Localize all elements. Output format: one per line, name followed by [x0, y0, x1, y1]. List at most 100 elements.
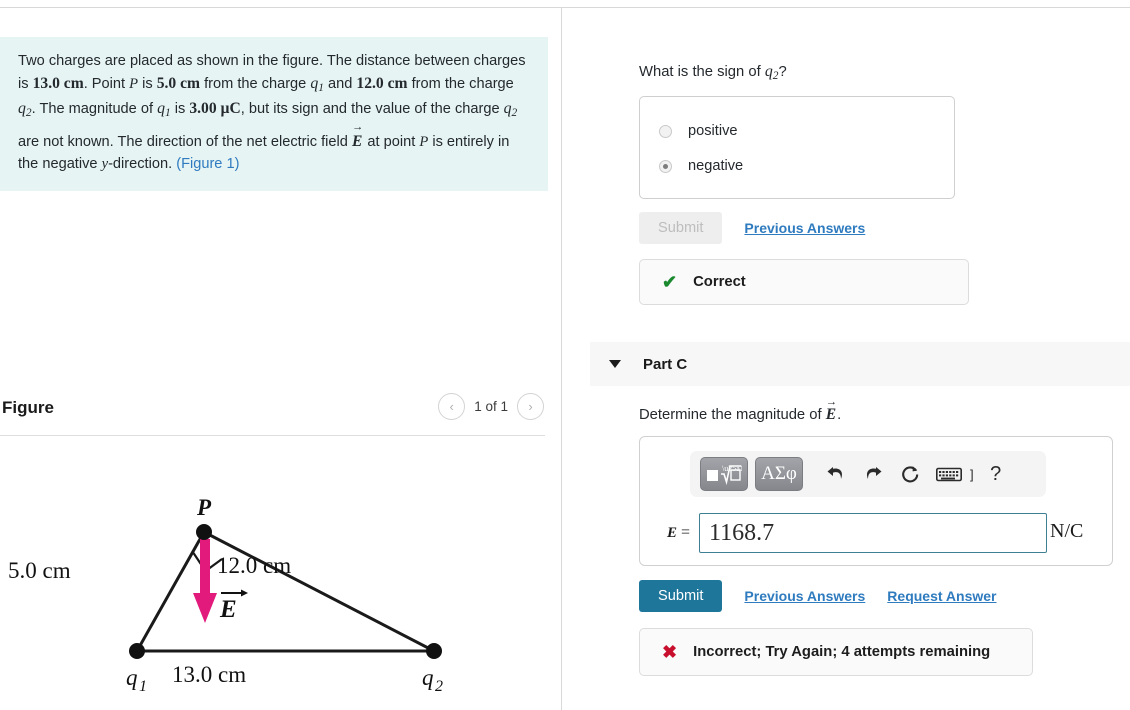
part-c-symbol-E: E: [826, 397, 837, 424]
choice-label-negative: negative: [688, 158, 744, 174]
side-q1-to-P: [135, 531, 206, 652]
choice-label-positive: positive: [688, 123, 738, 139]
figure-divider: [0, 435, 545, 436]
label-point-P: P: [129, 76, 139, 93]
radio-positive[interactable]: [659, 124, 672, 138]
figure-label-side-right: 12.0 cm: [217, 553, 291, 578]
part-c-prompt-period: .: [837, 407, 842, 423]
redo-icon[interactable]: [858, 459, 888, 489]
figure-diagram: P 5.0 cm 12.0 cm 13.0 cm E q 1 q 2: [0, 443, 545, 708]
radical-template-icon: \u25a1: [707, 464, 742, 485]
charge-q1-dot: [129, 643, 145, 659]
choice-option-positive[interactable]: positive: [659, 123, 737, 139]
symbol-q2-repeat: q2: [503, 100, 518, 120]
figure-next-button[interactable]: ›: [517, 393, 544, 420]
problem-text-d: from the charge: [200, 76, 311, 93]
math-toolbar: \u25a1 ΑΣφ] ?: [690, 451, 1046, 497]
figure-header: Figure ‹ 1 of 1 ›: [0, 391, 545, 435]
part-b-status-text: Correct: [693, 274, 746, 290]
math-template-button[interactable]: \u25a1: [700, 457, 748, 491]
part-b-submit-button[interactable]: Submit: [639, 212, 723, 244]
svg-text:q: q: [422, 665, 434, 690]
answer-label: E =: [666, 524, 690, 541]
choice-option-negative[interactable]: negative: [659, 158, 743, 174]
problem-text-m: -direction.: [108, 155, 177, 172]
redo-arrow-glyph: [867, 467, 882, 479]
problem-text-h: is: [170, 101, 190, 118]
problem-text-b: . Point: [83, 76, 130, 93]
figure-counter: 1 of 1: [474, 399, 508, 414]
problem-paragraph-2: are not known. The direction of the net …: [18, 122, 532, 175]
cross-icon: ✖: [662, 641, 678, 662]
answer-input-row: E =: [654, 513, 1047, 553]
point-P-dot: [196, 524, 212, 540]
question-text-b: ?: [778, 64, 787, 80]
part-c-title: Part C: [643, 355, 688, 373]
part-b-previous-answers-link[interactable]: Previous Answers: [744, 220, 865, 236]
undo-icon[interactable]: [821, 459, 851, 489]
right-pane: What is the sign of q2? positive negativ…: [562, 8, 1130, 710]
distance-p-q2: 12.0 cm: [356, 75, 408, 93]
answer-unit: N/C: [1050, 520, 1084, 542]
chevron-down-icon[interactable]: [609, 360, 621, 368]
problem-text-c: is: [138, 76, 157, 93]
problem-text-e: and: [323, 76, 357, 93]
magnitude-q1: 3.00 µC: [189, 100, 241, 118]
figure-label-P: P: [196, 495, 212, 520]
part-c-answer-container: \u25a1 ΑΣφ] ? E = 1168.7: [639, 436, 1113, 566]
help-icon[interactable]: ?: [981, 459, 1011, 489]
part-c-request-answer-link[interactable]: Request Answer: [887, 588, 996, 604]
part-c-actions: Submit Previous Answers Request Answer: [639, 580, 996, 612]
problem-statement: Two charges are placed as shown in the f…: [0, 37, 548, 191]
part-c-submit-button[interactable]: Submit: [639, 580, 723, 612]
bracket-glyph: ]: [970, 466, 974, 482]
figure-label-side-left: 5.0 cm: [8, 558, 71, 583]
problem-text-f: from the charge: [407, 76, 514, 93]
part-b-actions: Submit Previous Answers: [639, 212, 865, 244]
distance-p-q1: 5.0 cm: [156, 75, 201, 93]
physics-triangle-svg: P 5.0 cm 12.0 cm 13.0 cm E q 1 q 2: [8, 495, 443, 695]
part-b-choice-group: positive negative: [639, 96, 955, 199]
symbol-q2: q2: [18, 100, 32, 120]
reset-icon[interactable]: [895, 459, 925, 489]
problem-text-k: at point: [363, 133, 420, 150]
part-c-status-incorrect: ✖ Incorrect; Try Again; 4 attempts remai…: [639, 628, 1033, 676]
label-point-P-2: P: [419, 133, 429, 150]
undo-arrow-glyph: [827, 467, 842, 479]
checkmark-icon: ✔: [662, 271, 678, 292]
side-P-to-q2: [203, 530, 435, 653]
symbol-q1: q1: [310, 75, 324, 95]
part-c-status-text: Incorrect; Try Again; 4 attempts remaini…: [693, 644, 991, 660]
question-text-a: What is the sign of: [639, 64, 765, 80]
problem-text-i: , but its sign and the value of the char…: [240, 101, 504, 118]
page-root: Two charges are placed as shown in the f…: [0, 0, 1130, 710]
svg-text:E: E: [219, 596, 237, 623]
answer-input[interactable]: [699, 513, 1047, 553]
left-pane: Two charges are placed as shown in the f…: [0, 8, 561, 710]
figure-label-q2: q 2: [422, 665, 443, 695]
figure-reference-link[interactable]: (Figure 1): [176, 156, 239, 172]
svg-text:1: 1: [139, 678, 147, 695]
problem-paragraph-1: Two charges are placed as shown in the f…: [18, 51, 532, 122]
math-greek-button[interactable]: ΑΣφ: [755, 457, 803, 491]
symbol-E-vector: E: [352, 122, 363, 154]
symbol-q1-repeat: q1: [157, 100, 171, 120]
part-c-header[interactable]: Part C: [590, 342, 1130, 386]
figure-prev-button[interactable]: ‹: [438, 393, 466, 420]
part-c-prompt-text: Determine the magnitude of: [639, 407, 826, 423]
svg-text:2: 2: [435, 678, 443, 695]
figure-label-q1: q 1: [126, 665, 147, 695]
electric-field-arrow: [193, 539, 217, 623]
charge-q2-dot: [426, 643, 442, 659]
part-c-previous-answers-link[interactable]: Previous Answers: [744, 588, 865, 604]
figure-label-side-bottom: 13.0 cm: [172, 662, 246, 687]
svg-text:q: q: [126, 665, 138, 690]
part-b-question: What is the sign of q2?: [639, 63, 787, 82]
figure-label-E-vector: E: [219, 589, 248, 623]
figure-navigation: ‹ 1 of 1 ›: [438, 393, 544, 420]
keyboard-icon[interactable]: [932, 459, 966, 489]
refresh-circle-glyph: [901, 465, 918, 482]
problem-text-g: . The magnitude of: [31, 101, 158, 118]
part-c-prompt: Determine the magnitude of E.: [639, 397, 842, 424]
radio-negative[interactable]: [659, 159, 672, 173]
